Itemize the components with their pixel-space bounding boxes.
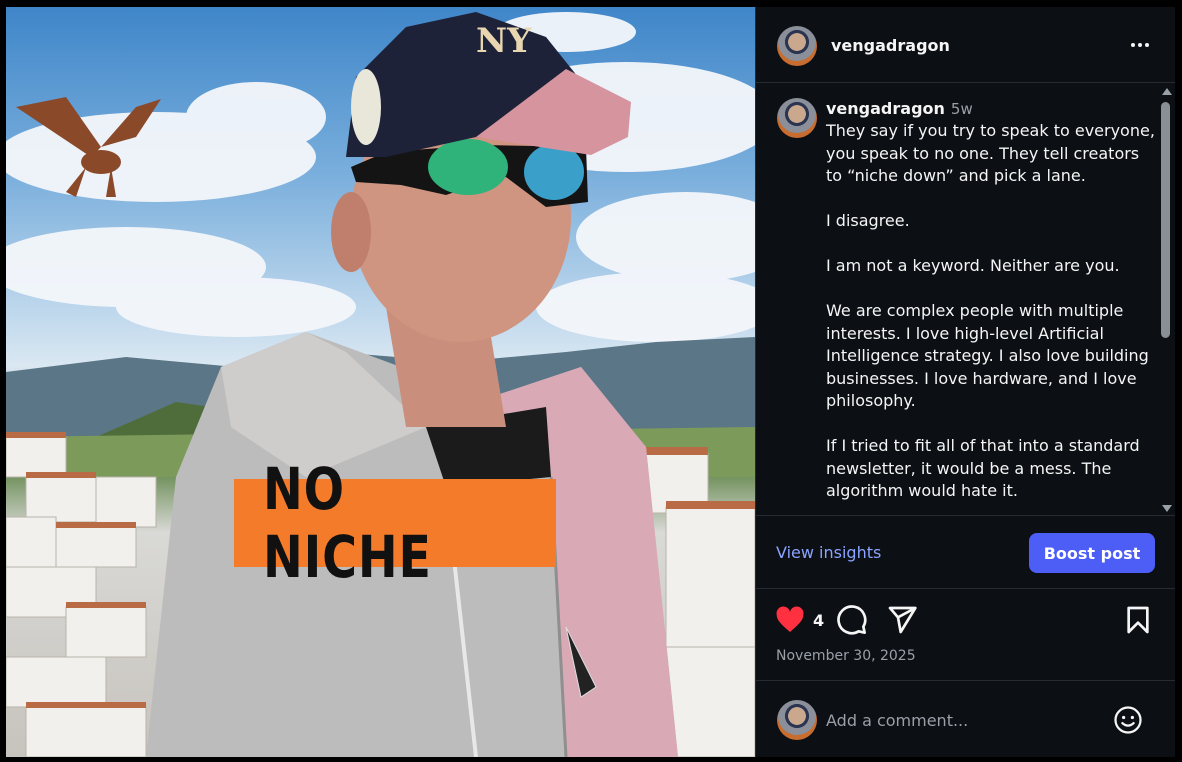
caption-username[interactable]: vengadragon (826, 99, 945, 118)
caption-avatar[interactable] (777, 98, 817, 138)
view-insights-link[interactable]: View insights (776, 543, 881, 562)
caption-scrollbar[interactable] (1156, 84, 1175, 515)
boost-post-button[interactable]: Boost post (1029, 533, 1155, 573)
caption-line (826, 188, 1156, 211)
heart-icon[interactable] (774, 604, 806, 636)
post-header: vengadragon (756, 7, 1175, 83)
comment-composer (756, 680, 1175, 757)
caption-line: to “niche down” and pick a lane. (826, 166, 1086, 185)
no-niche-text: NO NICHE (262, 455, 432, 591)
caption-time-ago[interactable]: 5w (951, 100, 973, 118)
caption-line: If I tried to fit all of that into a sta… (826, 436, 1140, 455)
share-icon[interactable] (886, 604, 918, 636)
caption-line (826, 233, 1156, 256)
caption-line: businesses. I love hardware, and I love (826, 368, 1137, 388)
caption-line (826, 278, 1156, 301)
bookmark-icon[interactable] (1122, 604, 1154, 636)
caption-section: vengadragon 5w They say if you try to spe… (756, 84, 1175, 516)
author-username[interactable]: vengadragon (831, 36, 950, 55)
caption-body: vengadragon 5w They say if you try to spe… (826, 98, 1156, 503)
post-side-panel: vengadragon vengadragon 5w They say if yo… (755, 7, 1175, 757)
caption-line: algorithm would hate it. (826, 481, 1018, 500)
post-image: NY NO NICHE (6, 7, 755, 757)
scroll-thumb[interactable] (1161, 102, 1170, 338)
caption-line: Intelligence strategy. I also love build… (826, 346, 1149, 365)
post-dialog: NY NO NICHE vengadragon vengadragon 5w Th… (6, 7, 1175, 757)
scroll-up-arrow-icon[interactable] (1162, 88, 1172, 95)
caption-line: They say if you try to speak to everyone… (826, 121, 1155, 140)
no-niche-banner: NO NICHE (234, 455, 556, 591)
photo-illustration: NY (6, 12, 755, 757)
caption-line: newsletter, it would be a mess. The (826, 458, 1112, 478)
caption-line: We are complex people with multiple (826, 301, 1124, 320)
like-count[interactable]: 4 (813, 611, 824, 630)
comment-icon[interactable] (836, 604, 868, 636)
caption-line: I disagree. (826, 211, 910, 230)
viewer-avatar (777, 700, 817, 740)
caption-line (826, 413, 1156, 436)
caption-line: philosophy. (826, 391, 916, 410)
post-date: November 30, 2025 (776, 648, 916, 664)
scroll-down-arrow-icon[interactable] (1162, 505, 1172, 512)
author-avatar[interactable] (777, 26, 817, 66)
more-options-icon[interactable] (1128, 35, 1152, 55)
caption-line: you speak to no one. They tell creators (826, 143, 1140, 163)
post-actions: 4 November 30, 2025 (756, 590, 1175, 680)
caption-line: interests. I love high-level Artificial (826, 323, 1104, 343)
comment-input[interactable] (826, 707, 1096, 733)
emoji-icon[interactable] (1113, 705, 1143, 735)
insights-row: View insights Boost post (756, 517, 1175, 589)
caption-line: I am not a keyword. Neither are you. (826, 256, 1120, 275)
svg-text:NY: NY (476, 21, 532, 61)
